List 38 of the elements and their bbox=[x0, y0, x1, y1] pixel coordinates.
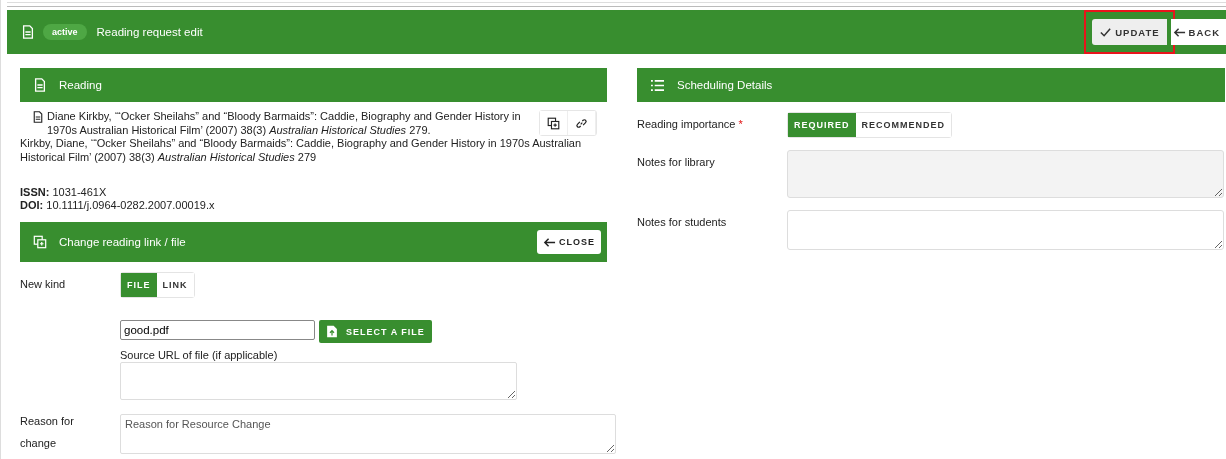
field-label: Notes for students bbox=[637, 215, 728, 230]
select-file-button[interactable]: SELECT A FILE bbox=[319, 320, 432, 343]
field-label: Notes for library bbox=[637, 155, 716, 170]
copy-icon bbox=[33, 235, 47, 249]
required-mark: * bbox=[738, 118, 743, 130]
header-button[interactable]: UPDATE bbox=[1092, 19, 1167, 45]
field-label: Source URL of file (if applicable) bbox=[120, 349, 279, 361]
identifier-label: ISSN: bbox=[20, 186, 50, 198]
segment-option[interactable]: REQUIRED bbox=[788, 113, 856, 137]
copy-icon bbox=[547, 116, 560, 130]
link-icon bbox=[575, 116, 588, 130]
citation-text: Kirkby, Diane, ‘“Ocker Sheilahs” and “Bloody Barmaids”: Caddie, Biography and Gender History in 1970s Australian Historical Film’ (2007) 38(3) Australian Historical Studies 279 bbox=[20, 137, 583, 164]
file-upload-icon bbox=[326, 325, 338, 338]
page-title: Reading request edit bbox=[96, 26, 203, 38]
copy-button[interactable] bbox=[540, 111, 568, 135]
identifier-label: DOI: bbox=[20, 199, 44, 211]
field-label: Reading importance bbox=[637, 118, 736, 130]
notes-field[interactable] bbox=[787, 210, 1224, 250]
file-name-field[interactable]: good.pdf bbox=[120, 320, 315, 340]
identifier-value: 1031-461X bbox=[52, 186, 107, 198]
section-title: Reading bbox=[59, 79, 102, 91]
header-button[interactable]: BACK bbox=[1170, 19, 1226, 45]
field-label: New kind bbox=[20, 277, 67, 292]
check-icon bbox=[1099, 25, 1113, 39]
document-icon bbox=[21, 25, 35, 39]
segment-option[interactable]: FILE bbox=[121, 273, 157, 297]
reason-field[interactable]: Reason for Resource Change bbox=[120, 414, 616, 454]
status-badge: active bbox=[43, 24, 87, 40]
section-title: Change reading link / file bbox=[59, 236, 186, 248]
list-icon bbox=[650, 78, 665, 92]
field-label: Reason for change bbox=[20, 414, 75, 451]
source-url-field[interactable] bbox=[120, 362, 517, 400]
document-icon bbox=[32, 111, 44, 123]
close-button[interactable]: CLOSE bbox=[537, 230, 601, 254]
identifier-value: 10.1111/j.0964-0282.2007.00019.x bbox=[46, 199, 215, 211]
citation-text: Diane Kirkby, ‘“Ocker Sheilahs” and “Bloody Barmaids”: Caddie, Biography and Gender History in 1970s Australian Historical Film’ (2007) 38(3) Australian Historical Studies 279. bbox=[47, 110, 522, 137]
document-icon bbox=[33, 78, 47, 92]
section-title: Scheduling Details bbox=[677, 79, 773, 91]
